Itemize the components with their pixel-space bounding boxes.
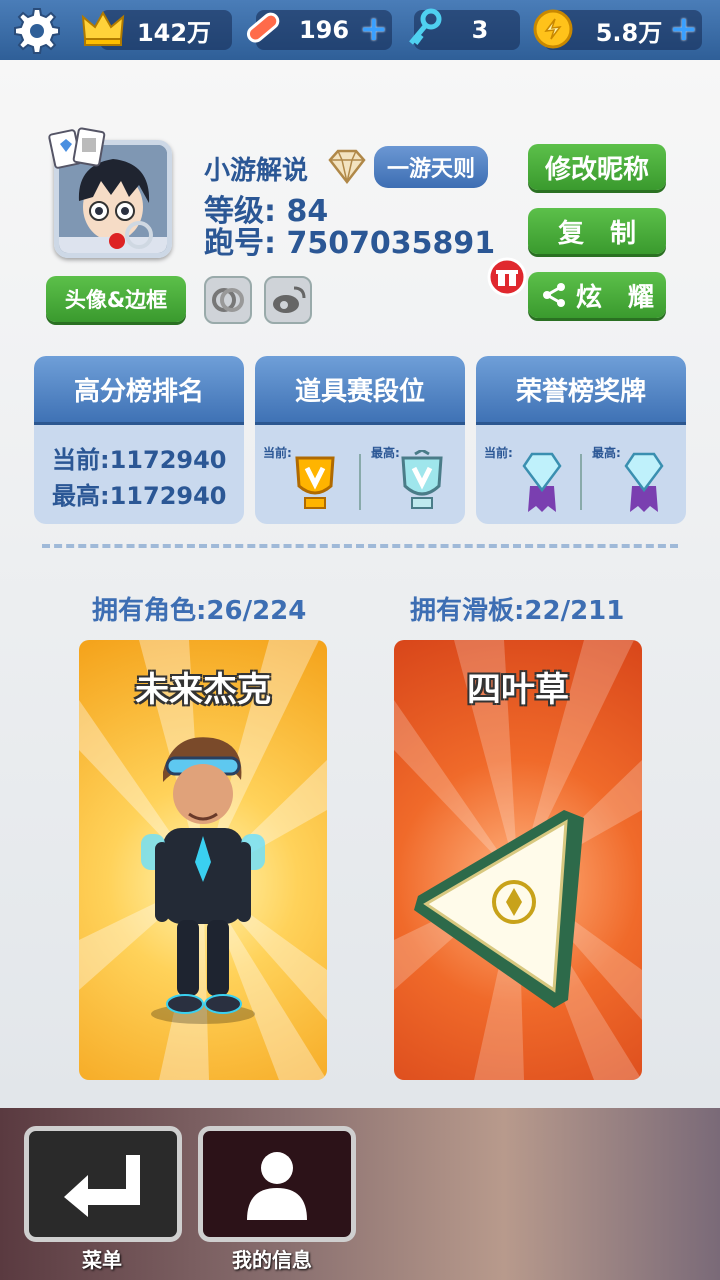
rename-button-label: 修改昵称 xyxy=(544,154,649,185)
diamond-medal-icon xyxy=(622,450,666,518)
cards-badge-icon xyxy=(48,126,110,174)
boards-stat: 196 + xyxy=(246,10,392,50)
share-icon xyxy=(540,281,568,309)
character-card[interactable]: 未来杰克 xyxy=(79,640,327,1080)
avatar-frame-button[interactable]: 头像&边框 xyxy=(46,276,186,322)
menu-label: 菜单 xyxy=(82,1248,122,1272)
board-name: 四叶草 xyxy=(467,670,569,710)
clover-board-figure xyxy=(414,810,584,1008)
highscore-stat: 142万 xyxy=(81,10,232,50)
my-info-button[interactable] xyxy=(198,1126,356,1242)
user-icon xyxy=(237,1144,317,1224)
coins-value: 5.8万 xyxy=(595,18,663,47)
keys-stat: 3 xyxy=(409,8,520,50)
menu-button[interactable] xyxy=(24,1126,182,1242)
board-card[interactable]: 四叶草 xyxy=(394,640,642,1080)
honor-medal-title: 荣誉榜奖牌 xyxy=(476,356,686,422)
gear-icon[interactable] xyxy=(12,6,62,56)
share-button[interactable]: 炫 耀 xyxy=(528,272,666,318)
gold-trophy-icon xyxy=(287,452,343,518)
boards-owned: 拥有滑板:22/211 xyxy=(410,596,625,626)
crown-icon xyxy=(80,6,126,52)
character-name: 未来杰克 xyxy=(135,670,271,710)
item-race-title: 道具赛段位 xyxy=(255,356,465,422)
silver-trophy-icon xyxy=(393,448,451,518)
add-boards-button[interactable]: + xyxy=(360,12,389,46)
highscore-current: 当前:1172940 xyxy=(52,446,227,474)
title-badge: 一游天则 xyxy=(374,146,488,188)
runner-id-text: 跑号: 7507035891 xyxy=(204,226,496,261)
honor-medal-panel[interactable]: 荣誉榜奖牌 当前: 最高: xyxy=(476,356,686,524)
highscore-rank-title: 高分榜排名 xyxy=(34,356,244,422)
keys-value: 3 xyxy=(471,16,489,44)
honor-current-label: 当前: xyxy=(484,446,513,460)
share-button-label: 炫 耀 xyxy=(575,282,654,313)
section-divider xyxy=(42,544,678,548)
item-race-panel[interactable]: 道具赛段位 当前: 最高: xyxy=(255,356,465,524)
top-bar: 142万 196 + 3 5.8万 + xyxy=(0,0,720,60)
panel-divider xyxy=(359,454,361,510)
hoverboard-icon xyxy=(240,6,286,52)
highscore-rank-panel[interactable]: 高分榜排名 当前:1172940 最高:1172940 xyxy=(34,356,244,524)
my-info-label: 我的信息 xyxy=(232,1248,312,1272)
gift-icon xyxy=(486,256,528,298)
coin-icon xyxy=(530,6,576,52)
diamond-medal-icon xyxy=(520,450,564,518)
rings-icon[interactable] xyxy=(204,276,252,324)
copy-button-label: 复 制 xyxy=(557,218,636,249)
coins-stat: 5.8万 + xyxy=(533,9,702,50)
highscore-best: 最高:1172940 xyxy=(52,482,227,510)
weibo-icon[interactable] xyxy=(264,276,312,324)
avatar-frame-label: 头像&边框 xyxy=(64,288,168,312)
highscore-value: 142万 xyxy=(136,18,212,47)
nickname: 小游解说 xyxy=(204,156,309,186)
diamond-rank-icon xyxy=(326,148,368,186)
characters-owned: 拥有角色:26/224 xyxy=(92,596,307,626)
honor-best-label: 最高: xyxy=(592,446,621,460)
panel-divider xyxy=(580,454,582,510)
key-icon xyxy=(400,6,446,52)
back-arrow-icon xyxy=(58,1149,148,1219)
character-figure xyxy=(141,737,265,1024)
copy-button[interactable]: 复 制 xyxy=(528,208,666,254)
boards-value: 196 xyxy=(298,16,350,44)
rename-button[interactable]: 修改昵称 xyxy=(528,144,666,190)
add-coins-button[interactable]: + xyxy=(670,12,699,46)
